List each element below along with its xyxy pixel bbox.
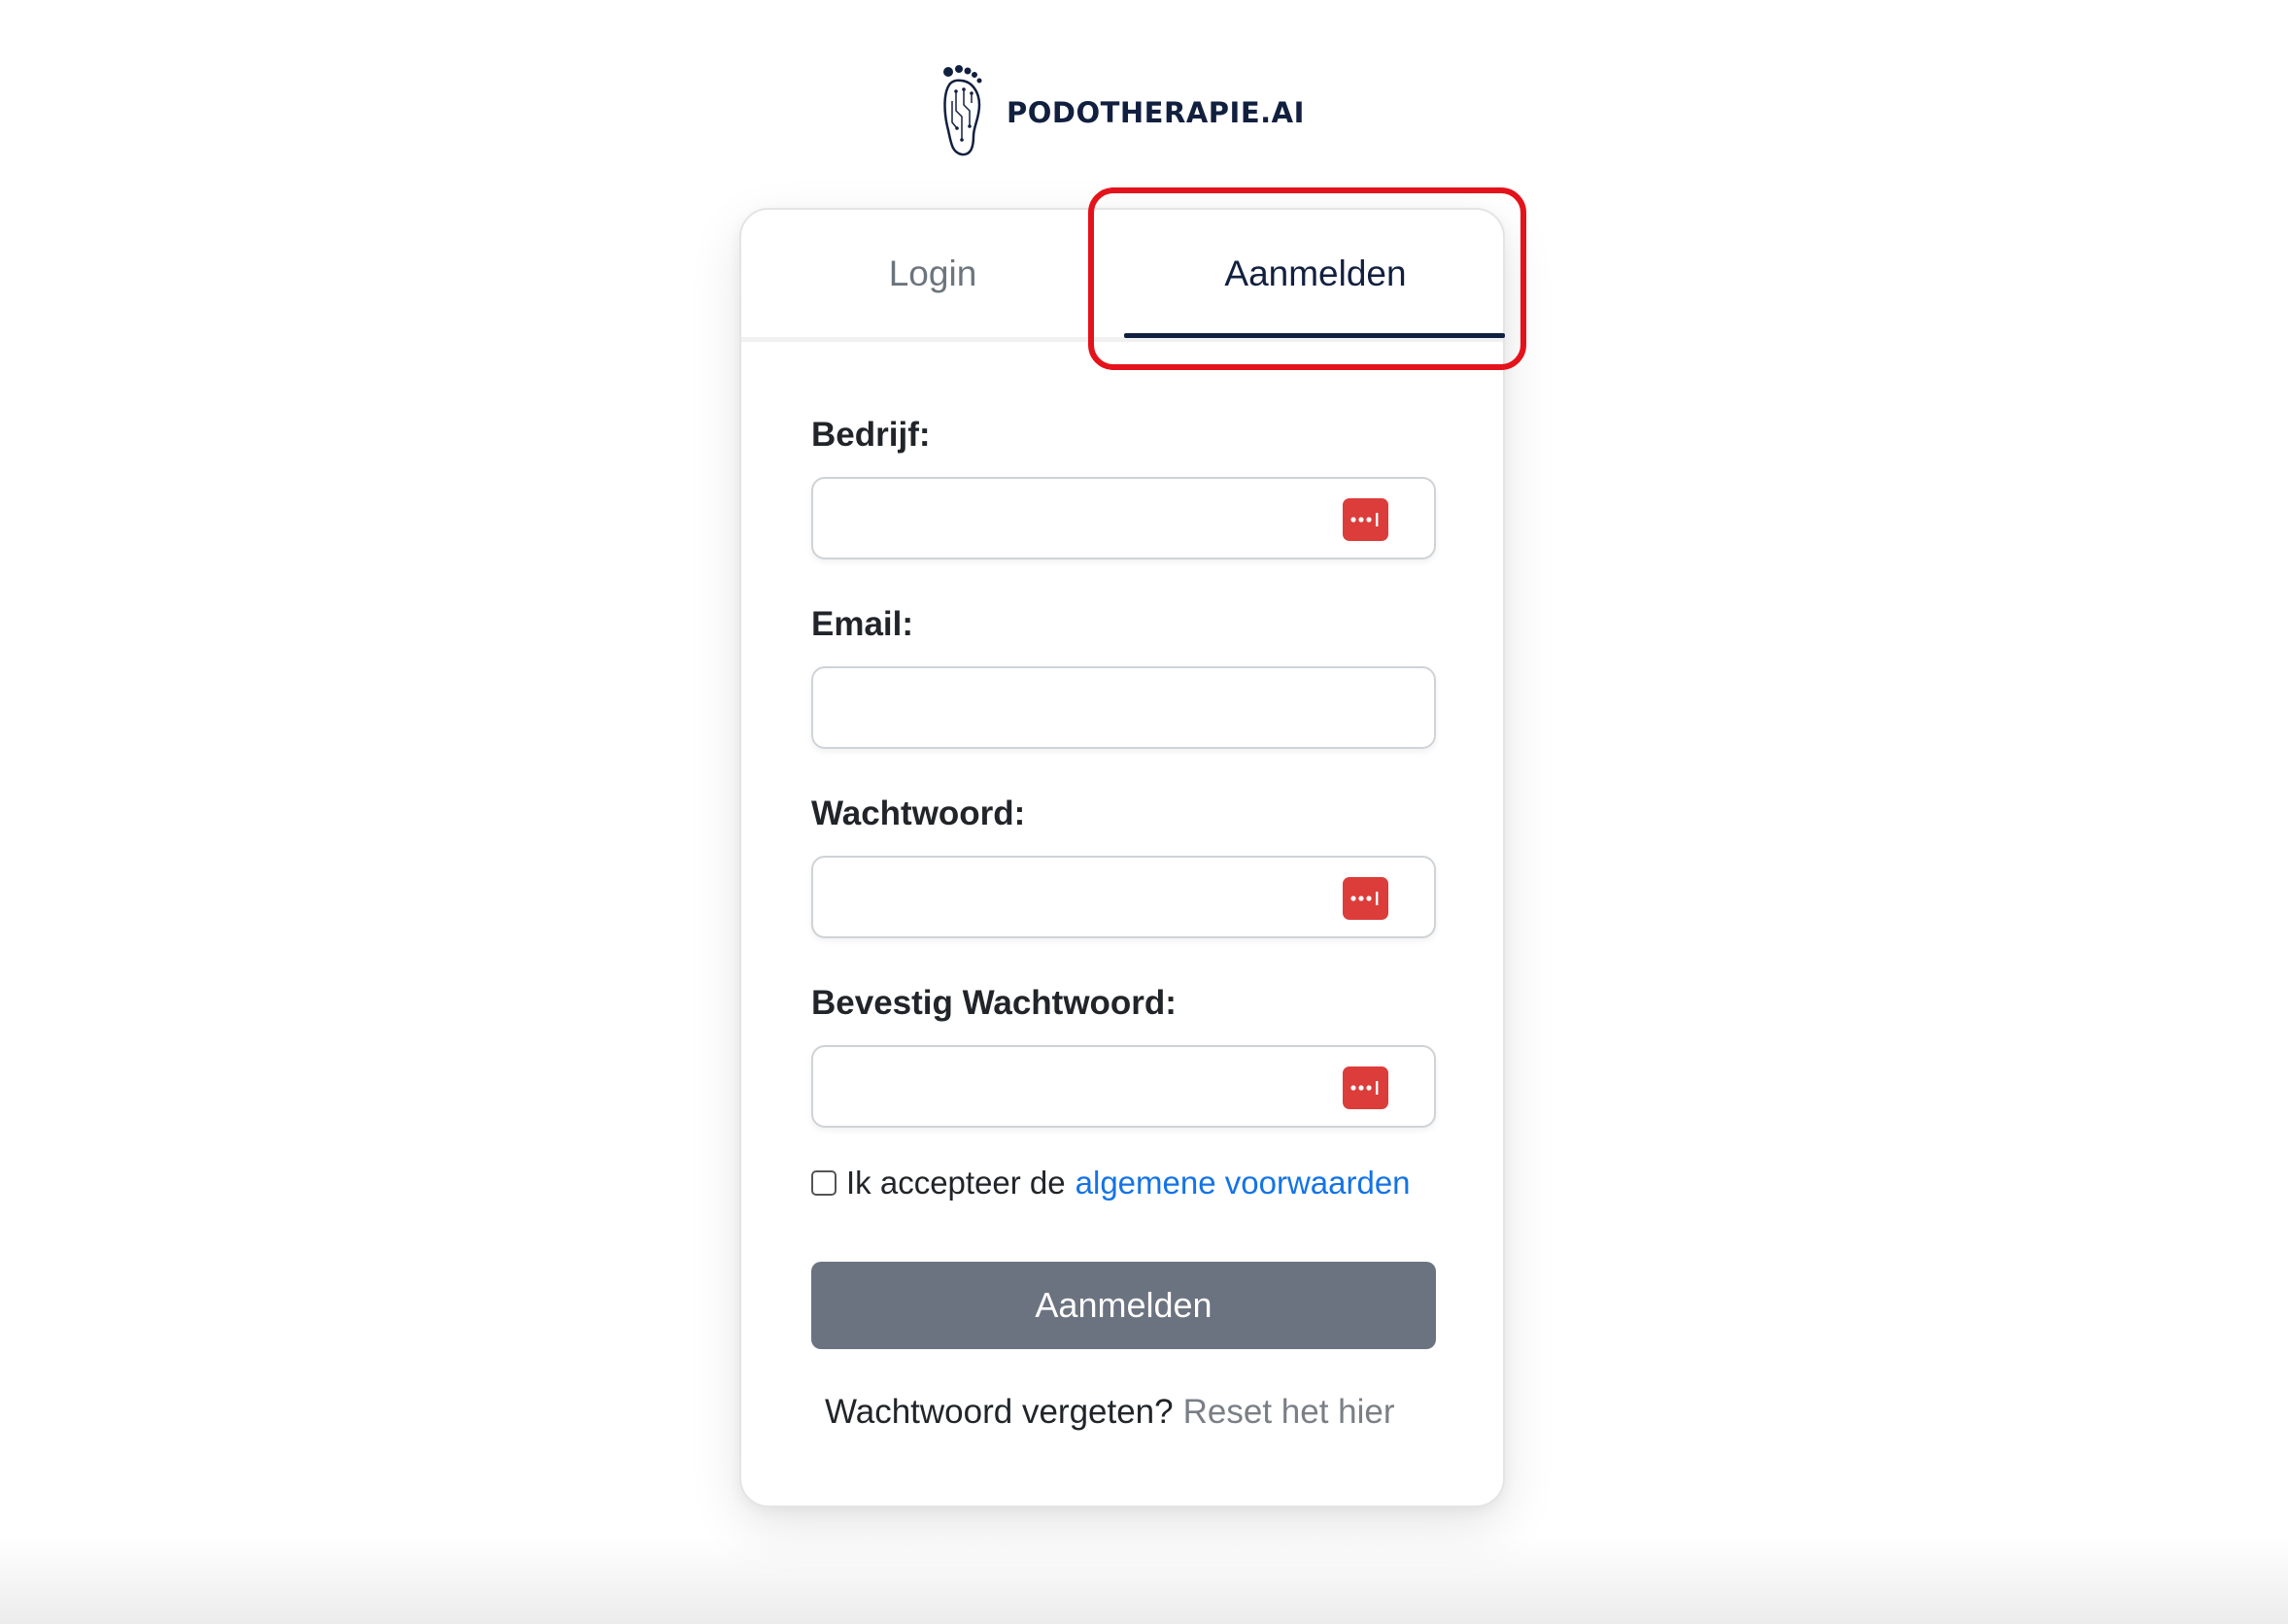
active-tab-indicator bbox=[1124, 333, 1505, 338]
forgot-password-row: Wachtwoord vergeten? Reset het hier bbox=[825, 1393, 1395, 1432]
forgot-password-text: Wachtwoord vergeten? bbox=[825, 1393, 1174, 1431]
terms-text: Ik accepteer de bbox=[846, 1165, 1066, 1201]
wachtwoord-label: Wachtwoord: bbox=[811, 795, 1026, 832]
bottom-fade bbox=[0, 1537, 2288, 1624]
email-label: Email: bbox=[811, 605, 914, 643]
bevestig-wachtwoord-label: Bevestig Wachtwoord: bbox=[811, 984, 1177, 1022]
password-manager-icon[interactable] bbox=[1343, 877, 1388, 920]
password-manager-icon[interactable] bbox=[1343, 1066, 1388, 1109]
email-input[interactable] bbox=[811, 666, 1436, 749]
tab-login[interactable]: Login bbox=[741, 210, 1124, 337]
tab-aanmelden[interactable]: Aanmelden bbox=[1124, 210, 1507, 337]
signup-card: Login Aanmelden Bedrijf: Email: Wachtwoo… bbox=[739, 208, 1505, 1507]
aanmelden-button[interactable]: Aanmelden bbox=[811, 1262, 1436, 1349]
foot-circuit-logo-icon bbox=[943, 65, 982, 156]
logo: PODOTHERAPIE.AI bbox=[940, 62, 1305, 159]
reset-password-link[interactable]: Reset het hier bbox=[1183, 1393, 1395, 1431]
bedrijf-input[interactable] bbox=[811, 477, 1436, 559]
password-manager-icon[interactable] bbox=[1343, 498, 1388, 541]
wachtwoord-input[interactable] bbox=[811, 856, 1436, 938]
terms-row: Ik accepteer de algemene voorwaarden bbox=[811, 1165, 1411, 1201]
terms-checkbox[interactable] bbox=[811, 1170, 837, 1196]
tab-bar: Login Aanmelden bbox=[741, 210, 1505, 342]
logo-text: PODOTHERAPIE.AI bbox=[1007, 96, 1305, 129]
terms-link[interactable]: algemene voorwaarden bbox=[1076, 1165, 1411, 1201]
bevestig-wachtwoord-input[interactable] bbox=[811, 1045, 1436, 1128]
bedrijf-label: Bedrijf: bbox=[811, 416, 931, 454]
